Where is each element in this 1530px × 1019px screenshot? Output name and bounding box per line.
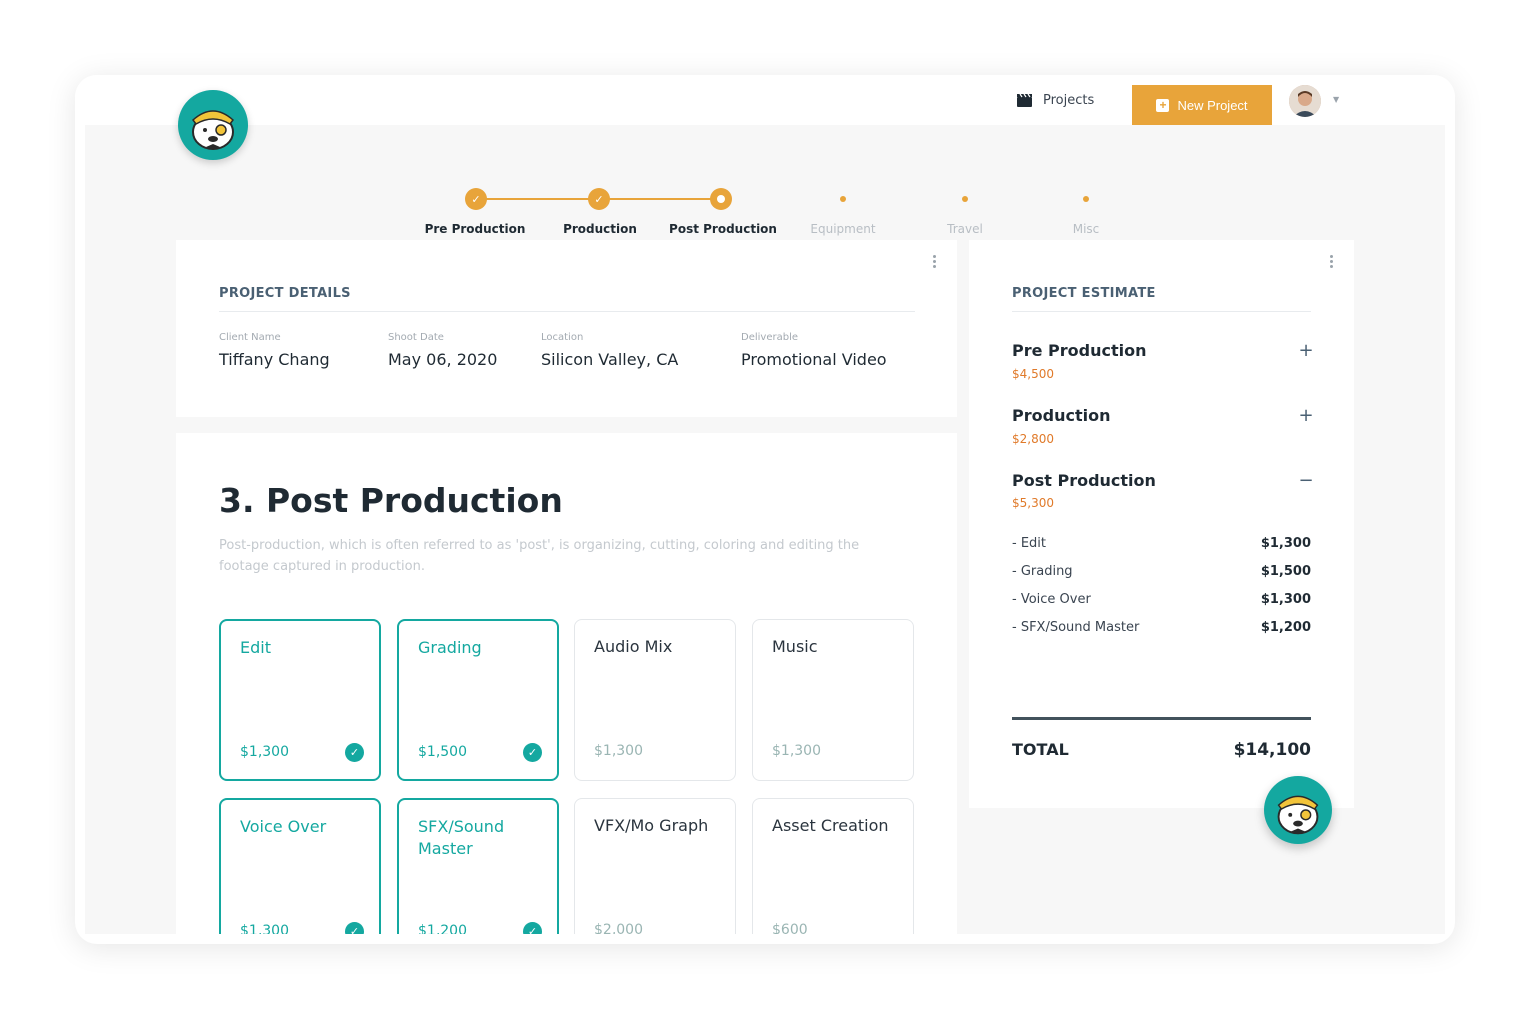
service-tile-voice-over[interactable]: Voice Over $1,300 ✓ <box>219 798 381 934</box>
step-2-check-icon[interactable]: ✓ <box>588 188 610 210</box>
service-tile-music[interactable]: Music $1,300 <box>752 619 914 781</box>
new-project-button[interactable]: + New Project <box>1132 85 1272 125</box>
tile-name: Voice Over <box>240 817 327 836</box>
project-estimate-title: PROJECT ESTIMATE <box>1012 286 1156 301</box>
tile-name: Asset Creation <box>772 816 889 835</box>
post-production-card: 3. Post Production Post-production, whic… <box>176 433 957 934</box>
tile-price: $1,300 <box>240 923 289 934</box>
step-label-equipment[interactable]: Equipment <box>783 222 903 236</box>
step-5-dot[interactable] <box>962 196 968 202</box>
expand-production-button[interactable]: + <box>1298 405 1314 426</box>
projects-label: Projects <box>1043 92 1095 108</box>
plus-square-icon: + <box>1156 98 1170 112</box>
more-options-icon[interactable] <box>1330 255 1334 269</box>
progress-stepper: ✓ ✓ Pre Production Production Post Produ… <box>85 155 1445 236</box>
step-4-dot[interactable] <box>840 196 846 202</box>
estimate-divider <box>1012 311 1311 312</box>
line-item-name: - Grading <box>1012 564 1073 579</box>
project-estimate-card: PROJECT ESTIMATE Pre Production $4,500 +… <box>969 240 1354 808</box>
tile-name: SFX/Sound Master <box>418 817 505 858</box>
current-dot-icon <box>717 195 725 203</box>
total-divider <box>1012 717 1311 720</box>
tile-name: Edit <box>240 638 271 657</box>
clapperboard-icon <box>1017 93 1032 107</box>
location-value: Silicon Valley, CA <box>541 350 679 369</box>
service-tile-edit[interactable]: Edit $1,300 ✓ <box>219 619 381 781</box>
page-title: 3. Post Production <box>219 481 563 520</box>
deliverable-value: Promotional Video <box>741 350 887 369</box>
tile-name: Music <box>772 637 818 656</box>
estimate-post-production-price: $5,300 <box>1012 496 1054 510</box>
service-tile-asset-creation[interactable]: Asset Creation $600 <box>752 798 914 934</box>
projects-nav-link[interactable]: Projects <box>1017 89 1094 111</box>
line-item-value: $1,200 <box>1260 620 1311 635</box>
line-item-value: $1,300 <box>1260 536 1311 551</box>
top-bar: Projects + New Project ▼ <box>75 75 1455 125</box>
step-label-pre-production[interactable]: Pre Production <box>415 222 535 236</box>
location-label: Location <box>541 332 584 343</box>
check-circle-icon: ✓ <box>523 922 542 934</box>
tile-price: $600 <box>772 922 808 934</box>
shoot-date-value: May 06, 2020 <box>388 350 498 369</box>
estimate-production-price: $2,800 <box>1012 432 1054 446</box>
client-name-label: Client Name <box>219 332 281 343</box>
estimate-pre-production-name: Pre Production <box>1012 341 1147 360</box>
step-label-post-production[interactable]: Post Production <box>663 222 783 236</box>
tile-price: $1,200 <box>418 923 467 934</box>
main-canvas: ✓ ✓ Pre Production Production Post Produ… <box>85 125 1445 934</box>
project-details-card: PROJECT DETAILS Client Name Tiffany Chan… <box>176 240 957 417</box>
details-divider <box>219 311 915 312</box>
service-tile-grading[interactable]: Grading $1,500 ✓ <box>397 619 559 781</box>
client-name-value: Tiffany Chang <box>219 350 330 369</box>
estimate-post-production-name: Post Production <box>1012 471 1156 490</box>
line-item-name: - SFX/Sound Master <box>1012 620 1140 635</box>
new-project-label: New Project <box>1177 97 1248 113</box>
line-item-name: - Voice Over <box>1012 592 1091 607</box>
total-value: $14,100 <box>1233 740 1311 760</box>
step-6-dot[interactable] <box>1083 196 1089 202</box>
estimate-production-name: Production <box>1012 406 1111 425</box>
tile-name: Audio Mix <box>594 637 673 656</box>
tile-price: $2,000 <box>594 922 643 934</box>
check-circle-icon: ✓ <box>345 922 364 934</box>
service-tile-vfx-mo-graph[interactable]: VFX/Mo Graph $2,000 <box>574 798 736 934</box>
line-item-value: $1,500 <box>1260 564 1311 579</box>
step-label-misc[interactable]: Misc <box>1026 222 1146 236</box>
deliverable-label: Deliverable <box>741 332 798 343</box>
bulldog-mascot-help-icon[interactable] <box>1264 776 1332 844</box>
tile-name: VFX/Mo Graph <box>594 816 709 835</box>
section-description: Post-production, which is often referred… <box>219 538 860 574</box>
check-circle-icon: ✓ <box>345 743 364 762</box>
chevron-down-icon[interactable]: ▼ <box>1333 95 1339 104</box>
tile-price: $1,300 <box>594 743 643 759</box>
shoot-date-label: Shoot Date <box>388 332 444 343</box>
step-label-production[interactable]: Production <box>540 222 660 236</box>
total-label: TOTAL <box>1012 740 1069 759</box>
check-circle-icon: ✓ <box>523 743 542 762</box>
line-item-name: - Edit <box>1012 536 1046 551</box>
service-tile-sfx-sound-master[interactable]: SFX/Sound Master $1,200 ✓ <box>397 798 559 934</box>
tile-price: $1,300 <box>240 744 289 760</box>
tile-name: Grading <box>418 638 482 657</box>
avatar[interactable] <box>1289 85 1321 117</box>
step-1-check-icon[interactable]: ✓ <box>465 188 487 210</box>
step-label-travel[interactable]: Travel <box>905 222 1025 236</box>
bulldog-mascot-icon[interactable] <box>178 90 248 160</box>
step-3-current-node[interactable] <box>710 188 732 210</box>
estimate-pre-production-price: $4,500 <box>1012 367 1054 381</box>
tile-price: $1,300 <box>772 743 821 759</box>
expand-pre-production-button[interactable]: + <box>1298 340 1314 361</box>
service-tile-audio-mix[interactable]: Audio Mix $1,300 <box>574 619 736 781</box>
app-window: Projects + New Project ▼ ✓ ✓ Pre Product… <box>75 75 1455 944</box>
collapse-post-production-button[interactable]: − <box>1298 470 1314 491</box>
project-details-title: PROJECT DETAILS <box>219 286 351 301</box>
more-options-icon[interactable] <box>933 255 937 269</box>
tile-price: $1,500 <box>418 744 467 760</box>
line-item-value: $1,300 <box>1260 592 1311 607</box>
